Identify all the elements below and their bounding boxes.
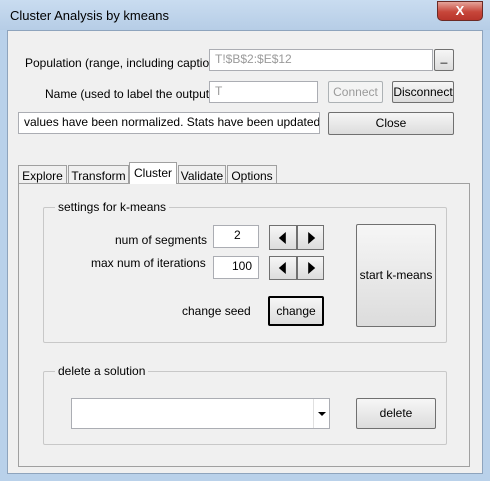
left-arrow-icon	[278, 231, 286, 244]
delete-solution-title: delete a solution	[55, 364, 149, 378]
start-kmeans-button[interactable]: start k-means	[356, 224, 436, 327]
connect-button[interactable]: Connect	[328, 81, 383, 103]
close-button[interactable]: Close	[328, 112, 454, 135]
change-seed-label: change seed	[182, 304, 251, 318]
kmeans-settings-title: settings for k-means	[55, 200, 170, 214]
max-iterations-increase-button[interactable]	[297, 256, 324, 280]
tab-cluster[interactable]: Cluster	[129, 162, 177, 184]
right-arrow-icon	[307, 231, 315, 244]
num-segments-field[interactable]: 2	[213, 225, 259, 248]
name-label: Name (used to label the output)	[45, 87, 214, 101]
chevron-down-icon	[317, 411, 326, 416]
num-segments-label: num of segments	[115, 233, 208, 247]
population-range-field[interactable]: T!$B$2:$E$12	[209, 49, 433, 71]
window-title: Cluster Analysis by kmeans	[10, 8, 169, 23]
max-iterations-field[interactable]: 100	[213, 256, 259, 279]
max-iterations-label: max num of iterations	[91, 256, 206, 270]
population-browse-button[interactable]: _	[434, 49, 454, 71]
solution-select[interactable]	[71, 398, 330, 429]
window-bottom-edge	[0, 474, 490, 481]
solution-dropdown-button[interactable]	[313, 399, 329, 428]
left-arrow-icon	[278, 262, 286, 274]
max-iterations-decrease-button[interactable]	[269, 256, 297, 280]
tab-explore[interactable]: Explore	[18, 165, 67, 184]
population-label: Population (range, including caption)	[25, 56, 220, 70]
change-seed-button[interactable]: change	[268, 296, 324, 326]
status-message: values have been normalized. Stats have …	[18, 112, 320, 134]
window-close-button[interactable]: X	[437, 1, 483, 21]
num-segments-decrease-button[interactable]	[269, 225, 297, 250]
right-arrow-icon	[307, 262, 315, 274]
disconnect-button[interactable]: Disconnect	[392, 81, 454, 103]
tab-options[interactable]: Options	[227, 165, 277, 184]
num-segments-increase-button[interactable]	[297, 225, 324, 250]
delete-button[interactable]: delete	[356, 398, 436, 429]
tab-transform[interactable]: Transform	[68, 165, 129, 184]
tab-validate[interactable]: Validate	[178, 165, 226, 184]
name-field[interactable]: T	[209, 81, 318, 103]
